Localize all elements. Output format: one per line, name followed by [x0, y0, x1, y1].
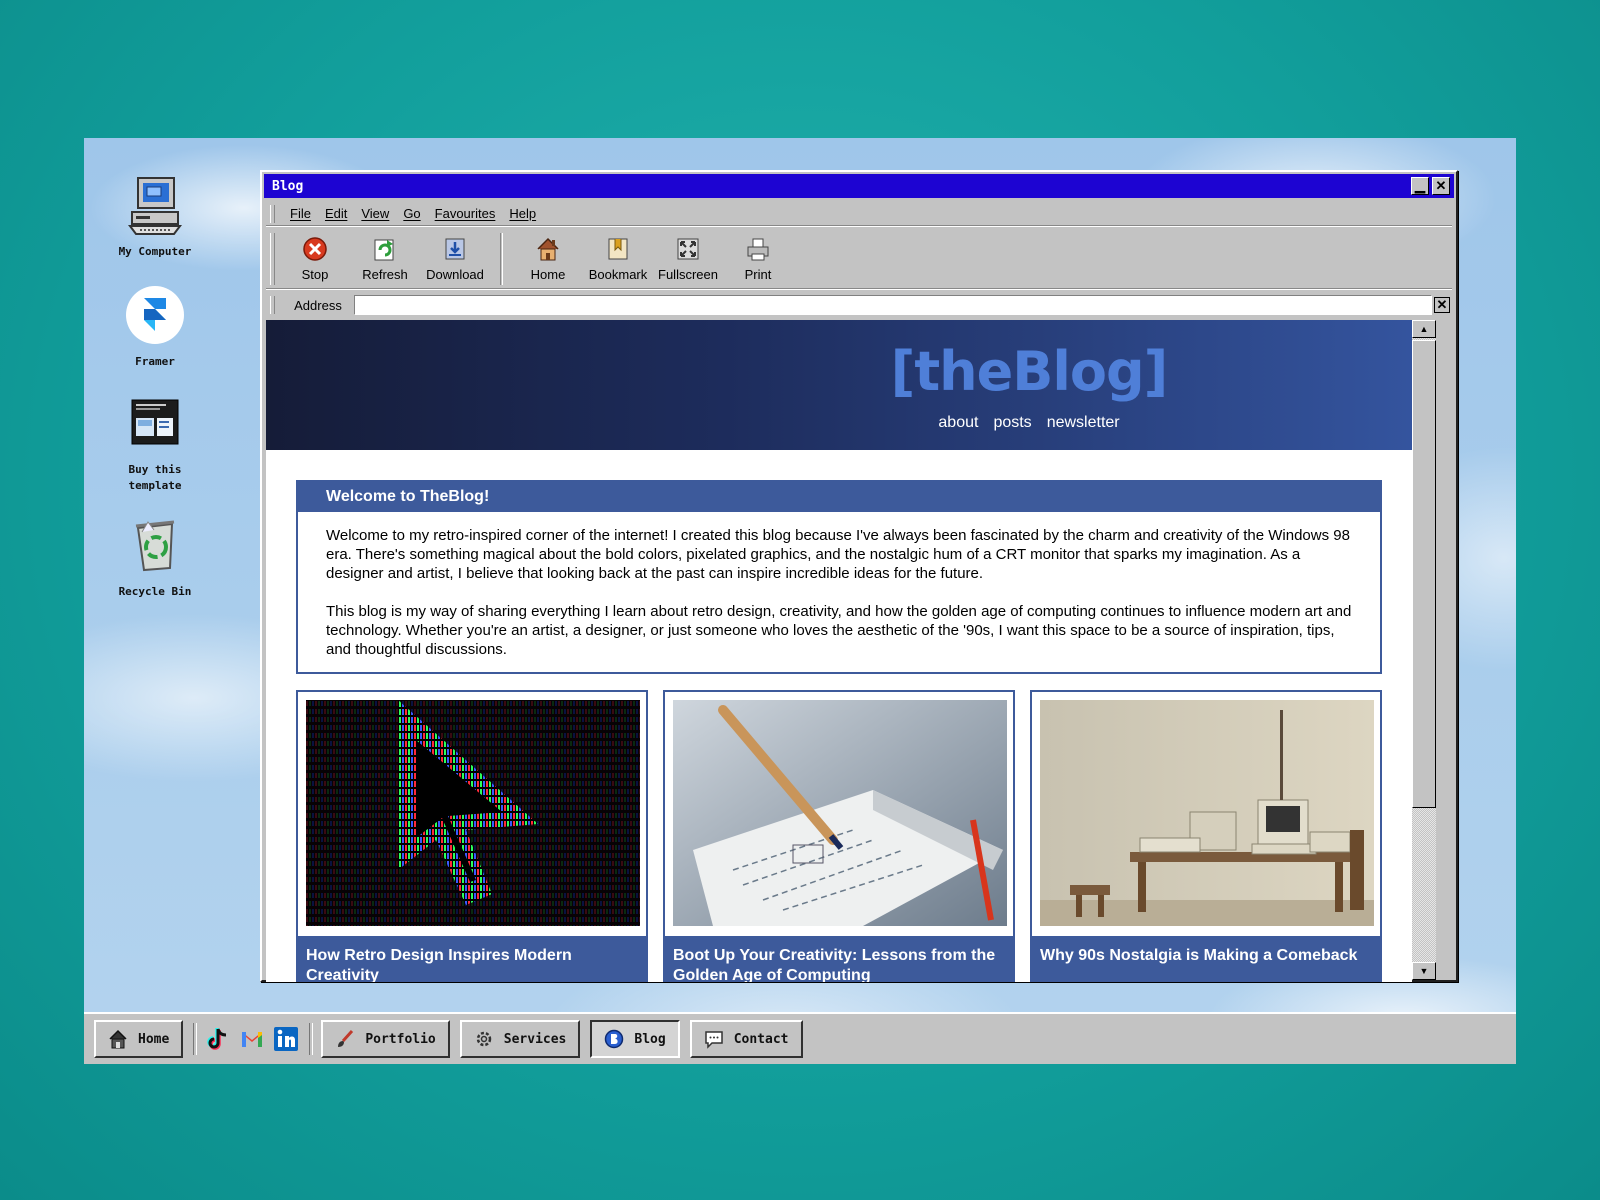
taskbar-label: Services [503, 1031, 567, 1047]
desktop-icon-label: My Computer [118, 245, 192, 258]
fullscreen-button[interactable]: Fullscreen [653, 236, 723, 282]
home-icon [537, 237, 559, 260]
taskbar-label: Contact [733, 1031, 789, 1047]
blog-nav: about posts newsletter [266, 414, 1412, 432]
template-icon [131, 399, 179, 445]
refresh-button[interactable]: Refresh [350, 236, 420, 282]
toolbar: Stop Refresh Download Home Bookmark Full… [266, 229, 1452, 289]
taskbar-separator [193, 1023, 198, 1055]
desktop-icon-recycle-bin[interactable]: Recycle Bin [100, 514, 210, 600]
post-title[interactable]: How Retro Design Inspires Modern Creativ… [298, 936, 646, 982]
print-icon [747, 238, 769, 260]
nav-about[interactable]: about [938, 414, 978, 432]
taskbar-label: Portfolio [365, 1031, 436, 1047]
taskbar-label: Home [138, 1031, 170, 1047]
taskbar: Home Portfolio Services Blog Contact [84, 1012, 1516, 1064]
taskbar-services[interactable]: Services [459, 1020, 581, 1058]
welcome-paragraph: This blog is my way of sharing everythin… [326, 603, 1352, 658]
fullscreen-icon [677, 238, 699, 259]
address-bar: Address ✕ [266, 293, 1452, 317]
menu-favourites[interactable]: Favourites [435, 206, 496, 221]
toolbar-label: Print [744, 266, 772, 282]
blog-logo[interactable]: [theBlog] [266, 340, 1412, 403]
scroll-up-button[interactable]: ▲ [1412, 320, 1436, 338]
menu-file[interactable]: File [290, 206, 311, 221]
post-title[interactable]: Why 90s Nostalgia is Making a Comeback [1032, 936, 1380, 982]
social-links [205, 1026, 299, 1052]
toolbar-label: Fullscreen [658, 266, 718, 282]
desktop-icon-my-computer[interactable]: My Computer [100, 174, 210, 260]
toolbar-label: Home [530, 266, 566, 282]
bookmark-button[interactable]: Bookmark [583, 236, 653, 282]
post-image-pixel-cursor [306, 700, 640, 926]
welcome-paragraph: Welcome to my retro-inspired corner of t… [326, 527, 1350, 582]
desktop-icon-label: Framer [135, 355, 175, 368]
bookmark-icon [608, 238, 628, 259]
framer-icon [126, 286, 184, 344]
address-label: Address [294, 297, 342, 313]
home-button[interactable]: Home [513, 236, 583, 282]
menu-bar: File Edit View Go Favourites Help [266, 202, 1452, 226]
desktop-icon-framer[interactable]: Framer [100, 284, 210, 370]
menu-go[interactable]: Go [403, 206, 420, 221]
taskbar-home[interactable]: Home [94, 1020, 184, 1058]
close-button[interactable]: ✕ [1432, 177, 1450, 195]
window-title: Blog [272, 178, 304, 194]
address-input[interactable] [354, 295, 1432, 315]
desktop-icon-label: Recycle Bin [118, 585, 192, 598]
blog-header: [theBlog] about posts newsletter [266, 320, 1412, 450]
vertical-scrollbar[interactable]: ▲ ▼ [1412, 320, 1436, 980]
post-image-sketchbook [673, 700, 1007, 926]
toolbar-label: Download [426, 266, 484, 282]
taskbar-portfolio[interactable]: Portfolio [321, 1020, 450, 1058]
desktop: My Computer Framer Buy this template Rec… [84, 138, 1516, 1064]
taskbar-contact[interactable]: Contact [689, 1020, 803, 1058]
toolbar-label: Bookmark [588, 266, 648, 282]
address-close-button[interactable]: ✕ [1434, 297, 1450, 313]
taskbar-blog[interactable]: Blog [590, 1020, 680, 1058]
house-icon [109, 1029, 127, 1049]
print-button[interactable]: Print [723, 236, 793, 282]
taskbar-label: Blog [634, 1031, 666, 1047]
blog-icon [605, 1029, 624, 1049]
toolbar-label: Refresh [362, 266, 408, 282]
refresh-icon [374, 239, 394, 260]
welcome-title: Welcome to TheBlog! [298, 482, 1380, 512]
post-card[interactable]: Why 90s Nostalgia is Making a Comeback [1030, 690, 1382, 982]
nav-posts[interactable]: posts [993, 414, 1031, 432]
page-viewport: [theBlog] about posts newsletter Welcome… [266, 320, 1412, 982]
post-card[interactable]: Boot Up Your Creativity: Lessons from th… [663, 690, 1015, 982]
toolbar-separator [500, 232, 503, 285]
chat-icon [704, 1031, 723, 1049]
download-button[interactable]: Download [420, 236, 490, 282]
brush-icon [338, 1029, 354, 1047]
post-title[interactable]: Boot Up Your Creativity: Lessons from th… [665, 936, 1013, 982]
menu-view[interactable]: View [361, 206, 389, 221]
minimize-button[interactable]: ▁ [1411, 177, 1429, 195]
scroll-thumb[interactable] [1412, 340, 1436, 808]
scroll-down-button[interactable]: ▼ [1412, 962, 1436, 980]
linkedin-icon[interactable] [273, 1026, 299, 1052]
window-titlebar[interactable]: Blog ▁ ✕ [264, 174, 1454, 198]
taskbar-separator [309, 1023, 314, 1055]
toolbar-label: Stop [301, 266, 329, 282]
desktop-icon-buy-template[interactable]: Buy this template [100, 392, 210, 494]
welcome-box: Welcome to TheBlog! Welcome to my retro-… [296, 480, 1382, 674]
tiktok-icon[interactable] [205, 1026, 231, 1052]
recycle-bin-icon [135, 520, 175, 572]
stop-button[interactable]: Stop [280, 236, 350, 282]
download-icon [445, 238, 465, 259]
post-image-old-computers [1040, 700, 1374, 926]
gear-icon [476, 1031, 492, 1047]
desktop-icon-label: Buy this template [128, 463, 182, 492]
browser-window: Blog ▁ ✕ File Edit View Go Favourites He… [260, 170, 1458, 982]
stop-icon [303, 236, 327, 261]
computer-icon [128, 177, 182, 235]
nav-newsletter[interactable]: newsletter [1047, 414, 1120, 432]
post-card[interactable]: How Retro Design Inspires Modern Creativ… [296, 690, 648, 982]
menu-edit[interactable]: Edit [325, 206, 347, 221]
menu-help[interactable]: Help [509, 206, 536, 221]
gmail-icon[interactable] [239, 1026, 265, 1052]
